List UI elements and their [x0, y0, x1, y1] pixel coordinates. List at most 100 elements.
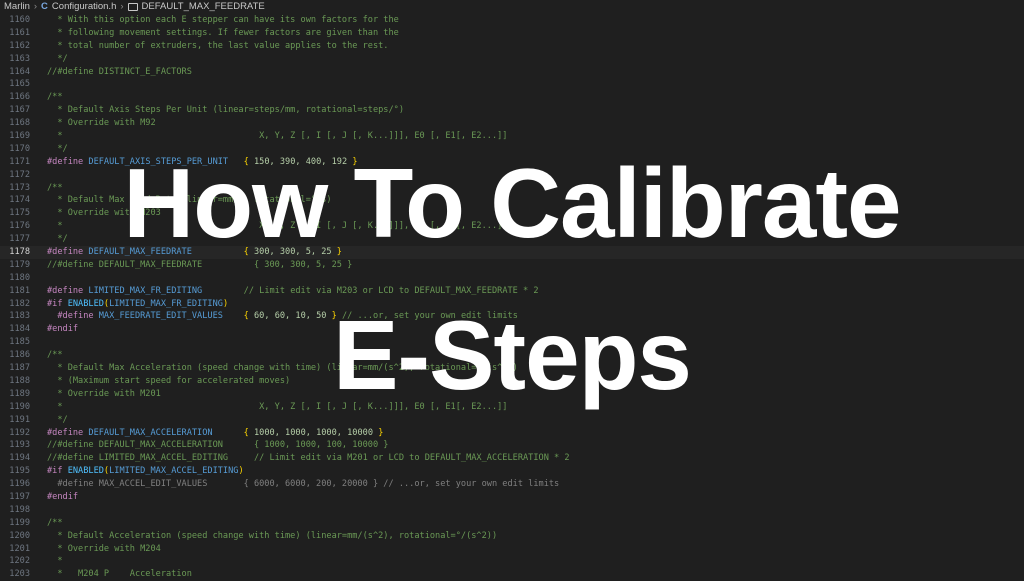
- line-number: 1165: [9, 79, 30, 90]
- code-text: #endif: [47, 491, 78, 504]
- code-token: * M204 P Acceleration: [47, 569, 192, 580]
- code-token: * following movement settings. If fewer …: [47, 27, 399, 38]
- line-number: 1166: [9, 92, 30, 103]
- code-line[interactable]: 1202 *: [0, 555, 1024, 568]
- code-text: //#define DISTINCT_E_FACTORS: [47, 66, 192, 79]
- line-number: 1179: [9, 259, 30, 270]
- chevron-right-icon: ›: [120, 1, 124, 12]
- breadcrumb-item-folder[interactable]: Marlin: [4, 1, 30, 12]
- code-text: */: [47, 414, 68, 427]
- code-line[interactable]: 1198: [0, 504, 1024, 517]
- code-line[interactable]: 1169 * X, Y, Z [, I [, J [, K...]]], E0 …: [0, 130, 1024, 143]
- line-number: 1161: [9, 27, 30, 38]
- code-token: * Override with M92: [47, 118, 156, 129]
- line-number: 1197: [9, 491, 30, 502]
- code-line[interactable]: 1166 /**: [0, 91, 1024, 104]
- code-line[interactable]: 1191 */: [0, 414, 1024, 427]
- code-token: /**: [47, 92, 63, 103]
- code-text: //#define DEFAULT_MAX_FEEDRATE { 300, 30…: [47, 259, 352, 272]
- code-token: //#define LIMITED_MAX_ACCEL_EDITING // L…: [47, 453, 570, 464]
- code-line[interactable]: 1196 #define MAX_ACCEL_EDIT_VALUES { 600…: [0, 478, 1024, 491]
- code-token: 1000, 1000, 1000, 10000: [248, 427, 379, 438]
- code-token: }: [378, 427, 384, 438]
- code-token: ): [238, 466, 244, 477]
- code-text: #define MAX_ACCEL_EDIT_VALUES { 6000, 60…: [47, 478, 559, 491]
- line-number: 1191: [9, 414, 30, 425]
- code-line[interactable]: 1194 //#define LIMITED_MAX_ACCEL_EDITING …: [0, 452, 1024, 465]
- breadcrumb-item-file[interactable]: Configuration.h: [52, 1, 116, 12]
- code-line[interactable]: 1168 * Override with M92: [0, 117, 1024, 130]
- code-token: * X, Y, Z [, I [, J [, K...]]], E0 [, E1…: [47, 131, 508, 142]
- symbol-constant-icon: [127, 2, 138, 11]
- code-line[interactable]: 1199 /**: [0, 517, 1024, 530]
- code-token: * Override with M204: [47, 543, 161, 554]
- code-line[interactable]: 1203 * M204 P Acceleration: [0, 568, 1024, 581]
- code-line[interactable]: 1195 #if ENABLED(LIMITED_MAX_ACCEL_EDITIN…: [0, 465, 1024, 478]
- code-token: //#define DISTINCT_E_FACTORS: [47, 66, 192, 77]
- line-number: 1168: [9, 118, 30, 129]
- line-number: 1192: [9, 427, 30, 438]
- code-token: #define MAX_ACCEL_EDIT_VALUES { 6000, 60…: [47, 479, 560, 490]
- code-token: LIMITED_MAX_FR_EDITING: [88, 285, 203, 296]
- code-line[interactable]: 1197 #endif: [0, 491, 1024, 504]
- line-number: 1200: [9, 530, 30, 541]
- code-line[interactable]: 1162 * total number of extruders, the la…: [0, 40, 1024, 53]
- line-number: 1180: [9, 272, 30, 283]
- code-line[interactable]: 1180: [0, 272, 1024, 285]
- code-line[interactable]: 1192 #define DEFAULT_MAX_ACCELERATION { 1…: [0, 427, 1024, 440]
- code-line[interactable]: 1179 //#define DEFAULT_MAX_FEEDRATE { 300…: [0, 259, 1024, 272]
- code-text: * following movement settings. If fewer …: [47, 27, 399, 40]
- line-number: 1160: [9, 15, 30, 25]
- code-token: ENABLED: [67, 466, 104, 477]
- code-line[interactable]: 1181 #define LIMITED_MAX_FR_EDITING // Li…: [0, 285, 1024, 298]
- code-token: * total number of extruders, the last va…: [47, 40, 389, 51]
- breadcrumb: Marlin › C Configuration.h › DEFAULT_MAX…: [0, 0, 1024, 13]
- line-number: 1199: [9, 517, 30, 528]
- line-number: 1181: [9, 285, 30, 296]
- code-line[interactable]: 1167 * Default Axis Steps Per Unit (line…: [0, 104, 1024, 117]
- code-token: #endif: [47, 491, 79, 502]
- code-token: LIMITED_MAX_ACCEL_EDITING: [109, 466, 239, 477]
- code-text: * M204 P Acceleration: [47, 568, 192, 581]
- code-token: /**: [47, 517, 63, 528]
- code-line[interactable]: 1201 * Override with M204: [0, 543, 1024, 556]
- line-number: 1196: [9, 479, 30, 490]
- code-token: //#define DEFAULT_MAX_FEEDRATE { 300, 30…: [47, 259, 353, 270]
- code-line[interactable]: 1200 * Default Acceleration (speed chang…: [0, 530, 1024, 543]
- code-token: //#define DEFAULT_MAX_ACCELERATION { 100…: [47, 440, 389, 451]
- code-text: * Override with M92: [47, 117, 156, 130]
- line-number: 1198: [9, 504, 30, 515]
- code-token: */: [47, 414, 68, 425]
- code-text: #if ENABLED(LIMITED_MAX_ACCEL_EDITING): [47, 465, 244, 478]
- code-line[interactable]: 1165: [0, 78, 1024, 91]
- overlay-title-line1: How To Calibrate: [123, 148, 901, 258]
- code-text: *: [47, 555, 62, 568]
- code-token: #define: [47, 285, 89, 296]
- code-token: * With this option each E stepper can ha…: [47, 15, 399, 25]
- code-token: #define: [47, 427, 89, 438]
- code-line[interactable]: 1160 * With this option each E stepper c…: [0, 14, 1024, 27]
- code-token: DEFAULT_MAX_ACCELERATION: [88, 427, 213, 438]
- line-number: 1194: [9, 453, 30, 464]
- code-token: #if: [47, 466, 68, 477]
- code-line[interactable]: 1163 */: [0, 53, 1024, 66]
- line-number: 1202: [9, 556, 30, 567]
- line-number: 1162: [9, 40, 30, 51]
- breadcrumb-item-symbol[interactable]: DEFAULT_MAX_FEEDRATE: [142, 1, 265, 12]
- code-text: * total number of extruders, the last va…: [47, 40, 388, 53]
- code-token: */: [47, 53, 68, 64]
- chevron-right-icon: ›: [33, 1, 38, 12]
- code-line[interactable]: 1193 //#define DEFAULT_MAX_ACCELERATION {…: [0, 439, 1024, 452]
- line-number: 1167: [9, 105, 30, 116]
- code-text: /**: [47, 517, 63, 530]
- code-line[interactable]: 1161 * following movement settings. If f…: [0, 27, 1024, 40]
- code-text: * With this option each E stepper can ha…: [47, 14, 399, 27]
- line-number: 1164: [9, 66, 30, 77]
- line-number: 1193: [9, 440, 30, 451]
- line-number: 1163: [9, 53, 30, 64]
- code-editor[interactable]: 1160 * With this option each E stepper c…: [0, 14, 1024, 581]
- code-line[interactable]: 1164 //#define DISTINCT_E_FACTORS: [0, 66, 1024, 79]
- line-number: 1169: [9, 131, 30, 142]
